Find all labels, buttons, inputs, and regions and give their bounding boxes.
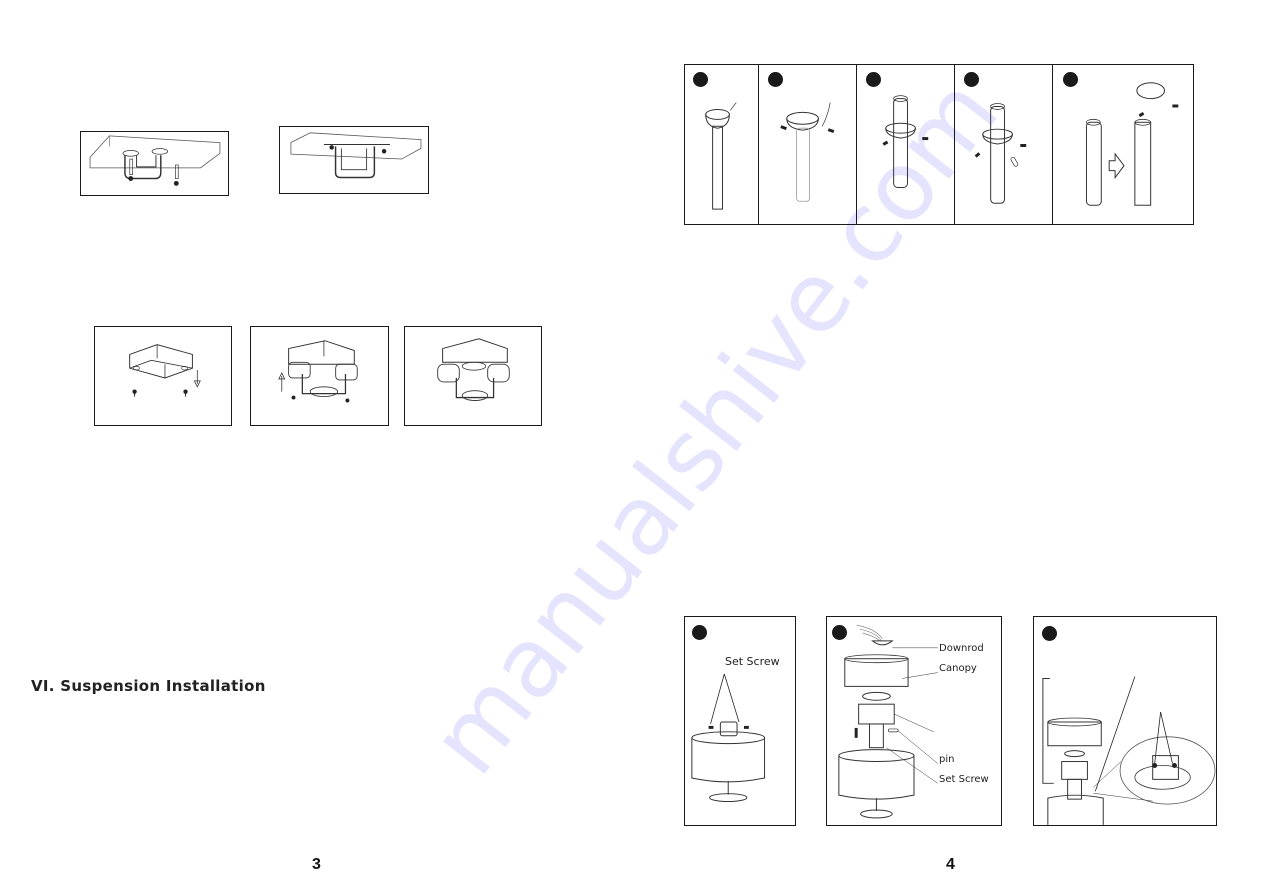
callout-pin: pin — [939, 754, 955, 765]
page-number-left: 3 — [312, 856, 321, 873]
figure-bracket-cover-step3 — [404, 326, 542, 426]
downrod-pin-removal-illustration — [780, 102, 835, 202]
set-screw-detail-illustration — [1042, 676, 1216, 825]
bracket-cover-attach-illustration — [278, 340, 358, 403]
downrod-canopy-illustration — [705, 102, 737, 210]
section-title: VI. Suspension Installation — [31, 677, 266, 695]
ceiling-bracket-mounted-illustration — [290, 132, 422, 179]
callout-set-screw: Set Screw — [939, 774, 989, 785]
callout-canopy: Canopy — [939, 663, 977, 674]
ceiling-bracket-illustration — [89, 135, 221, 186]
downrod-steps-strip — [684, 64, 1194, 225]
assembly-step-3 — [1033, 616, 1217, 826]
downrod-insert-illustration — [882, 95, 929, 188]
assembly-step-2: Downrod Canopy pin Set Screw — [826, 616, 1002, 826]
figure-ceiling-bracket-mounted — [279, 126, 429, 194]
motor-set-screw-illustration — [691, 673, 766, 803]
downrod-step-2 — [759, 65, 857, 224]
downrod-extension-illustration — [1085, 82, 1179, 206]
downrod-step-3 — [857, 65, 955, 224]
figure-bracket-cover-step1 — [94, 326, 232, 426]
figure-bracket-cover-step2 — [250, 326, 389, 426]
downrod-step-4 — [955, 65, 1053, 224]
page-number-right: 4 — [946, 856, 955, 873]
callout-downrod: Downrod — [939, 643, 984, 654]
downrod-step-1 — [685, 65, 759, 224]
callout-set-screw: Set Screw — [725, 655, 780, 668]
downrod-secure-illustration — [974, 103, 1027, 204]
assembly-step-1: Set Screw — [684, 616, 796, 826]
downrod-step-5 — [1053, 65, 1195, 224]
bracket-cover-remove-illustration — [129, 344, 201, 397]
figure-ceiling-bracket-screws — [80, 131, 229, 196]
bracket-cover-installed-illustration — [437, 338, 510, 401]
